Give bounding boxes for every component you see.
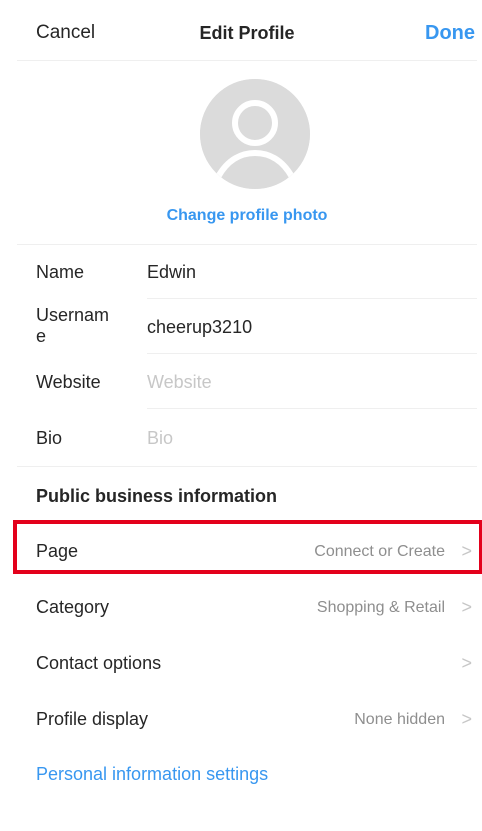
name-input[interactable]: Edwin [147,262,196,283]
profile-display-row[interactable]: Profile display None hidden > [17,691,477,747]
profile-display-label: Profile display [36,709,149,729]
profile-display-value: None hidden [354,711,445,728]
category-label: Category [36,597,110,617]
category-value: Shopping & Retail [316,599,445,616]
edit-profile-screen: Cancel Edit Profile Done Change profile … [13,0,482,831]
name-field[interactable]: Name Edwin [17,244,477,299]
change-profile-photo-link[interactable]: Change profile photo [17,207,477,225]
chevron-right-icon: > [461,653,472,673]
bio-field[interactable]: Bio Bio [17,410,477,465]
navigation-bar: Cancel Edit Profile Done [17,0,477,61]
section-divider [17,466,477,467]
website-input[interactable]: Website [147,372,212,393]
username-input[interactable]: cheerup3210 [147,317,252,338]
contact-options-row[interactable]: Contact options > [17,635,477,691]
business-section-title: Public business information [36,486,278,506]
page-row-highlight [13,520,482,574]
divider [147,408,477,409]
username-field[interactable]: Usernam e cheerup3210 [17,299,477,354]
username-label: Usernam e [36,305,110,346]
page-title: Edit Profile [199,23,295,43]
bio-input[interactable]: Bio [147,428,173,449]
avatar-placeholder-icon[interactable] [200,79,310,189]
website-label: Website [36,372,101,392]
name-label: Name [36,262,85,282]
profile-photo-section: Change profile photo [17,61,477,245]
personal-information-settings-link[interactable]: Personal information settings [36,764,268,785]
website-field[interactable]: Website Website [17,354,477,409]
bio-label: Bio [36,428,63,448]
chevron-right-icon: > [461,597,472,617]
category-row[interactable]: Category Shopping & Retail > [17,579,477,635]
contact-options-label: Contact options [36,653,162,673]
done-button[interactable]: Done [425,22,475,45]
chevron-right-icon: > [461,709,472,729]
